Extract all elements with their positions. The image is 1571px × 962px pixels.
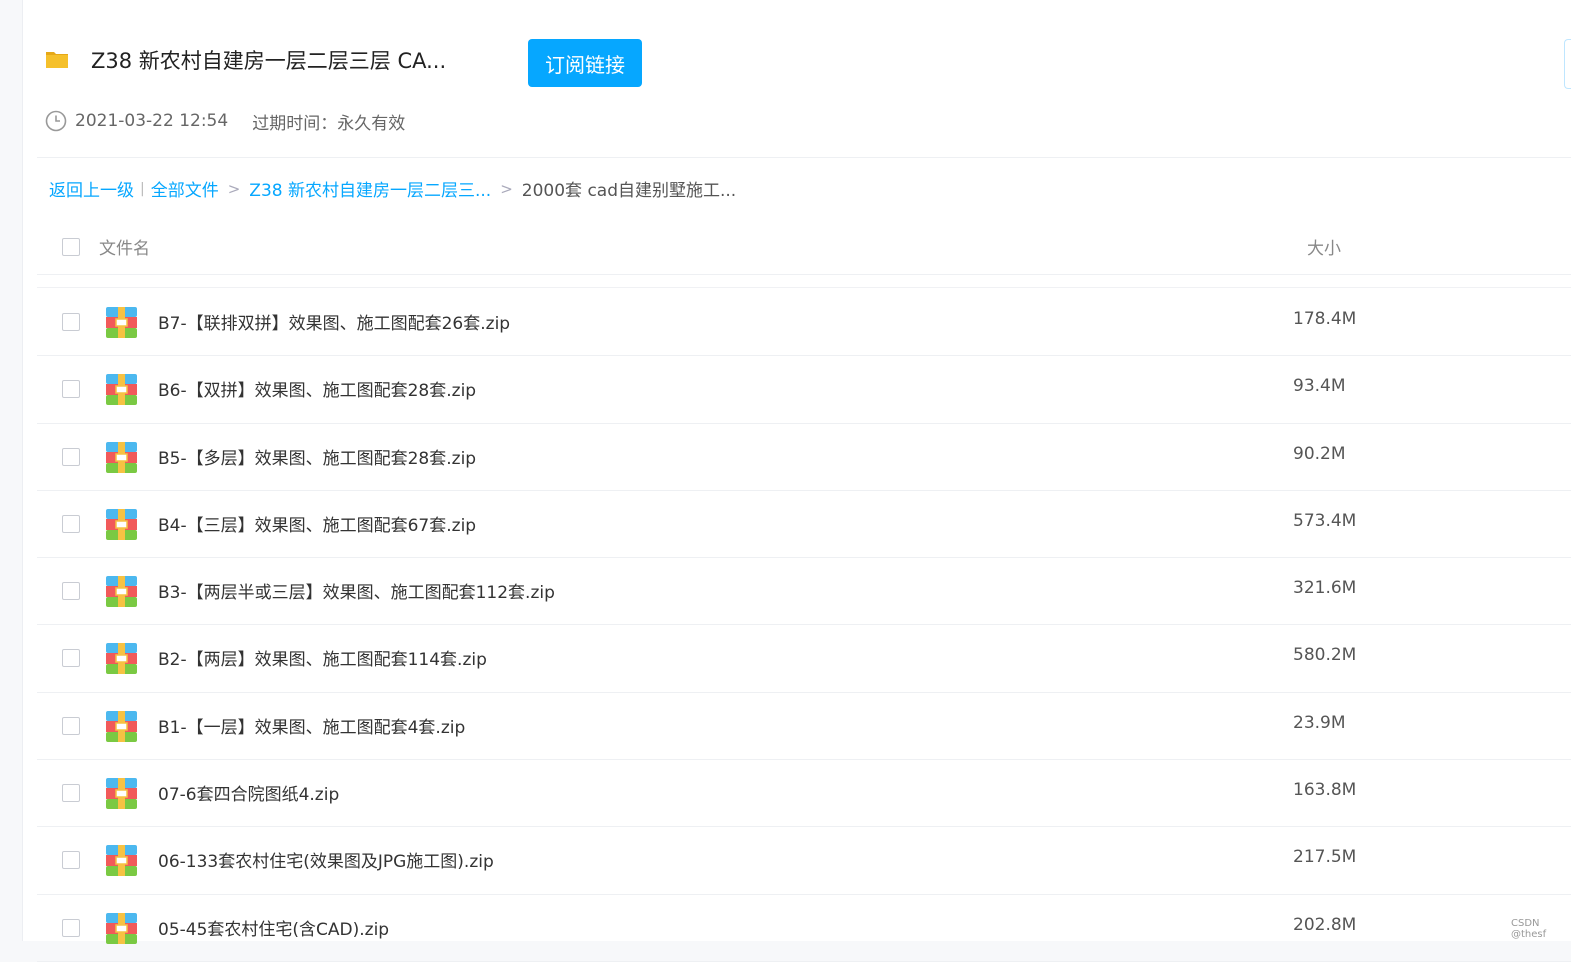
file-name[interactable]: B5-【多层】效果图、施工图配套28套.zip [158, 444, 476, 469]
file-table-header: 文件名 大小 [37, 222, 1571, 275]
file-size: 217.5M [1293, 847, 1357, 868]
breadcrumb-arrow: > [227, 179, 241, 198]
zip-archive-icon [106, 710, 137, 742]
share-date: 2021-03-22 12:54 [75, 111, 229, 131]
file-row[interactable]: 06-133套农村住宅(效果图及JPG施工图).zip 217.5M [37, 827, 1571, 895]
row-checkbox[interactable] [62, 716, 80, 735]
zip-archive-icon [106, 643, 137, 675]
clock-icon [45, 110, 67, 132]
zip-archive-icon [106, 441, 137, 473]
select-all-checkbox[interactable] [62, 238, 80, 256]
zip-archive-icon [106, 778, 137, 810]
row-checkbox[interactable] [62, 514, 80, 533]
file-name[interactable]: B4-【三层】效果图、施工图配套67套.zip [158, 511, 476, 536]
file-name[interactable]: B2-【两层】效果图、施工图配套114套.zip [158, 645, 487, 670]
subscribe-button[interactable]: 订阅链接 [528, 39, 642, 87]
watermark: CSDN @thesf [1511, 918, 1547, 940]
row-checkbox[interactable] [62, 447, 80, 466]
zip-archive-icon [106, 307, 137, 338]
share-header: Z38 新农村自建房一层二层三层 CA... 订阅链接 2021-03-22 1… [23, 0, 1571, 158]
share-title: Z38 新农村自建房一层二层三层 CA... [91, 49, 447, 73]
share-panel: Z38 新农村自建房一层二层三层 CA... 订阅链接 2021-03-22 1… [22, 0, 1571, 962]
file-row[interactable]: B7-【联排双拼】效果图、施工图配套26套.zip 178.4M [37, 289, 1571, 357]
file-size: 580.2M [1293, 645, 1357, 666]
column-header-size[interactable]: 大小 [1307, 234, 1341, 259]
file-size: 93.4M [1293, 376, 1346, 397]
expire-info: 过期时间：永久有效 [252, 113, 406, 134]
breadcrumb-level1[interactable]: Z38 新农村自建房一层二层三... [249, 176, 491, 201]
file-row[interactable]: 07-6套四合院图纸4.zip 163.8M [37, 760, 1571, 828]
file-row[interactable]: B3-【两层半或三层】效果图、施工图配套112套.zip 321.6M [37, 558, 1571, 626]
file-name[interactable]: 07-6套四合院图纸4.zip [158, 780, 339, 805]
zip-archive-icon [106, 912, 137, 944]
file-list: B7-【联排双拼】效果图、施工图配套26套.zip 178.4M B6-【双拼】… [37, 289, 1571, 962]
breadcrumb-all-files[interactable]: 全部文件 [151, 176, 219, 201]
file-name[interactable]: B7-【联排双拼】效果图、施工图配套26套.zip [158, 309, 510, 334]
file-name[interactable]: 06-133套农村住宅(效果图及JPG施工图).zip [158, 847, 494, 872]
row-checkbox[interactable] [62, 851, 80, 870]
file-row[interactable]: 05-45套农村住宅(含CAD).zip 202.8M [37, 895, 1571, 962]
file-size: 178.4M [1293, 309, 1357, 329]
row-checkbox[interactable] [62, 649, 80, 668]
file-row[interactable]: B4-【三层】效果图、施工图配套67套.zip 573.4M [37, 491, 1571, 559]
row-checkbox[interactable] [62, 313, 80, 331]
file-row[interactable]: B6-【双拼】效果图、施工图配套28套.zip 93.4M [37, 356, 1571, 424]
file-name[interactable]: B3-【两层半或三层】效果图、施工图配套112套.zip [158, 578, 555, 603]
file-row[interactable]: B5-【多层】效果图、施工图配套28套.zip 90.2M [37, 424, 1571, 491]
zip-archive-icon [106, 845, 137, 877]
save-button-partial[interactable] [1564, 39, 1571, 89]
file-row[interactable]: B2-【两层】效果图、施工图配套114套.zip 580.2M [37, 625, 1571, 693]
file-name[interactable]: B6-【双拼】效果图、施工图配套28套.zip [158, 376, 476, 401]
divider [37, 287, 1571, 288]
file-name[interactable]: 05-45套农村住宅(含CAD).zip [158, 915, 389, 940]
zip-archive-icon [106, 508, 137, 540]
zip-archive-icon [106, 374, 137, 406]
zip-archive-icon [106, 576, 137, 608]
breadcrumb-arrow: > [500, 179, 513, 198]
folder-icon [46, 52, 68, 68]
back-link[interactable]: 返回上一级 [49, 176, 134, 201]
share-meta: 2021-03-22 12:54 过期时间：永久有效 [45, 108, 405, 134]
column-header-name[interactable]: 文件名 [99, 234, 150, 259]
file-name[interactable]: B1-【一层】效果图、施工图配套4套.zip [158, 713, 465, 738]
row-checkbox[interactable] [62, 380, 80, 399]
file-size: 573.4M [1293, 510, 1357, 531]
breadcrumb-current: 2000套 cad自建别墅施工... [521, 181, 737, 201]
row-checkbox[interactable] [62, 582, 80, 601]
breadcrumb: 返回上一级 | 全部文件 > Z38 新农村自建房一层二层三... > 2000… [49, 176, 737, 202]
row-checkbox[interactable] [62, 918, 80, 937]
breadcrumb-separator: | [140, 180, 145, 197]
file-size: 163.8M [1293, 780, 1357, 801]
divider [37, 157, 1571, 158]
file-size: 23.9M [1293, 712, 1346, 733]
row-checkbox[interactable] [62, 784, 80, 803]
file-size: 321.6M [1293, 578, 1357, 599]
file-row[interactable]: B1-【一层】效果图、施工图配套4套.zip 23.9M [37, 693, 1571, 761]
file-size: 202.8M [1293, 914, 1357, 935]
file-size: 90.2M [1293, 443, 1346, 464]
